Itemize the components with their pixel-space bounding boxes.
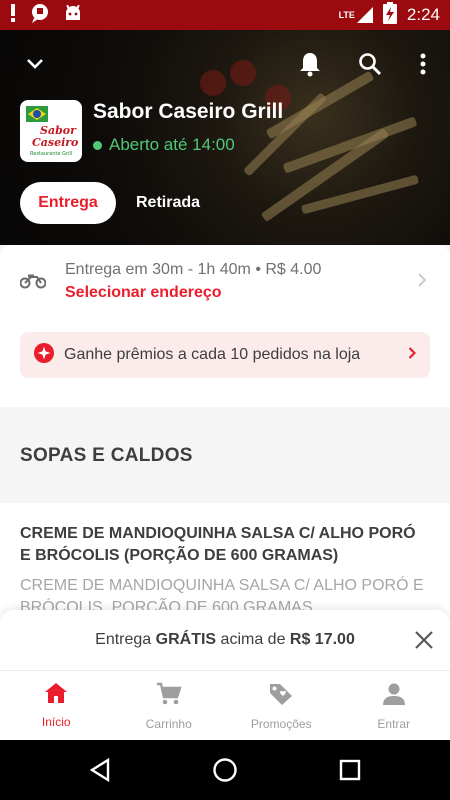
home-system-button[interactable] xyxy=(212,757,238,788)
home-icon xyxy=(44,682,68,709)
tab-pickup[interactable]: Retirada xyxy=(128,182,208,224)
search-icon xyxy=(358,52,382,81)
delivery-estimate: Entrega em 30m - 1h 40m • R$ 4.00 xyxy=(65,261,322,278)
store-info-card: Entrega em 30m - 1h 40m • R$ 4.00 Seleci… xyxy=(0,245,450,407)
store-name: Sabor Caseiro Grill xyxy=(93,100,284,123)
more-options-button[interactable] xyxy=(405,48,441,84)
notifications-button[interactable] xyxy=(292,48,328,84)
free-delivery-prefix: Entrega xyxy=(95,631,156,648)
android-icon xyxy=(64,4,82,27)
system-navigation-bar xyxy=(0,740,450,800)
chevron-down-icon xyxy=(25,57,45,75)
motorcycle-icon xyxy=(19,271,47,294)
loyalty-rewards-banner[interactable]: Ganhe prêmios a cada 10 pedidos na loja xyxy=(20,332,430,378)
nav-home[interactable]: Início xyxy=(0,671,113,740)
tag-icon xyxy=(268,682,294,711)
clock: 2:24 xyxy=(406,5,440,24)
rewards-text: Ganhe prêmios a cada 10 pedidos na loja xyxy=(64,346,361,363)
star-badge-icon xyxy=(34,342,54,368)
free-delivery-middle: acima de xyxy=(216,631,290,648)
chevron-right-icon xyxy=(408,346,417,364)
home-circle-icon xyxy=(213,758,237,782)
nav-label: Início xyxy=(41,715,71,729)
cart-icon xyxy=(156,682,182,711)
svg-text:Caseiro: Caseiro xyxy=(32,136,78,149)
person-icon xyxy=(382,682,406,711)
network-label: LTE xyxy=(338,10,355,20)
nav-promotions[interactable]: Promoções xyxy=(225,671,338,740)
nav-label: Promoções xyxy=(250,717,312,731)
status-bar: LTE 2:24 xyxy=(0,0,450,30)
close-banner-button[interactable] xyxy=(412,628,436,652)
chevron-right-icon xyxy=(418,273,427,292)
bottom-navigation: Início Carrinho Promoções Entrar xyxy=(0,670,450,740)
more-vert-icon xyxy=(420,53,426,80)
status-dot-icon xyxy=(93,140,102,150)
store-open-status: Aberto até 14:00 xyxy=(93,135,235,155)
delivery-address-row[interactable]: Entrega em 30m - 1h 40m • R$ 4.00 Seleci… xyxy=(19,259,430,307)
recents-button[interactable] xyxy=(339,759,361,786)
store-hours: Aberto até 14:00 xyxy=(109,135,235,154)
back-button[interactable] xyxy=(88,757,112,788)
nav-label: Entrar xyxy=(377,717,411,731)
alert-icon xyxy=(10,3,16,27)
search-button[interactable] xyxy=(352,48,388,84)
product-name: CREME DE MANDIOQUINHA SALSA C/ ALHO PORÓ… xyxy=(20,525,416,564)
tab-delivery[interactable]: Entrega xyxy=(20,182,116,224)
nav-cart[interactable]: Carrinho xyxy=(113,671,226,740)
select-address-link[interactable]: Selecionar endereço xyxy=(65,284,222,302)
category-title: SOPAS E CALDOS xyxy=(20,445,193,466)
close-icon xyxy=(415,631,433,649)
collapse-button[interactable] xyxy=(17,48,53,84)
back-triangle-icon xyxy=(89,757,110,783)
free-delivery-highlight: GRÁTIS xyxy=(155,631,217,648)
lte-signal-icon: LTE xyxy=(339,7,373,23)
nav-login[interactable]: Entrar xyxy=(338,671,450,740)
bell-icon xyxy=(298,51,322,82)
store-logo: Sabor Caseiro Restaurante Grill xyxy=(20,100,82,162)
notification-icon xyxy=(30,3,50,28)
store-header: Sabor Caseiro Restaurante Grill Sabor Ca… xyxy=(0,30,450,245)
svg-text:Restaurante Grill: Restaurante Grill xyxy=(30,151,72,157)
free-delivery-amount: R$ 17.00 xyxy=(289,631,355,648)
nav-label: Carrinho xyxy=(145,717,192,731)
battery-icon xyxy=(382,1,397,29)
recents-square-icon xyxy=(339,759,361,781)
free-delivery-banner: Entrega GRÁTIS acima de R$ 17.00 xyxy=(0,610,450,670)
